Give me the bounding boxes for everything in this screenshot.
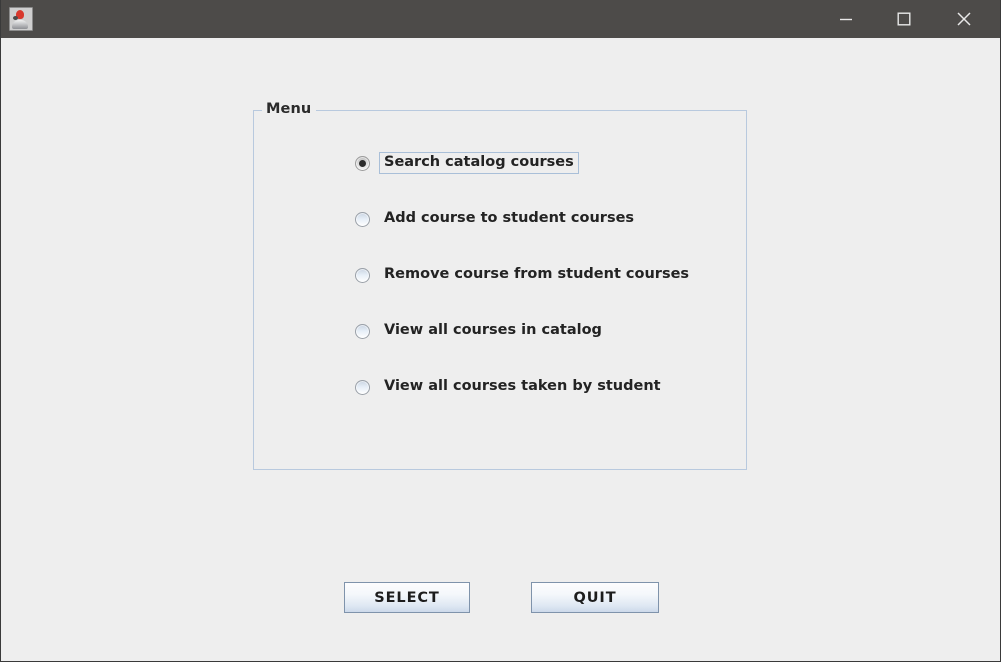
menu-radio-group: Search catalog courses Add course to stu… [355, 151, 694, 399]
minimize-button[interactable] [823, 0, 869, 38]
java-duke-icon [9, 7, 33, 31]
menu-panel-title: Menu [262, 101, 317, 117]
radio-option-label: Search catalog courses [379, 152, 579, 174]
radio-button-icon[interactable] [355, 211, 370, 227]
close-button[interactable] [941, 0, 987, 38]
radio-option-label: Add course to student courses [384, 210, 635, 227]
quit-button[interactable]: QUIT [531, 582, 659, 613]
application-window: Menu Search catalog courses Add course t… [0, 0, 1001, 662]
radio-option-remove-course-from-student-courses[interactable]: Remove course from student courses [355, 263, 694, 287]
radio-button-icon[interactable] [355, 155, 370, 171]
radio-option-label: Remove course from student courses [384, 266, 690, 283]
title-bar [1, 0, 1000, 38]
radio-option-label: View all courses taken by student [384, 378, 661, 395]
minimize-icon [839, 12, 853, 26]
radio-button-icon[interactable] [355, 379, 370, 395]
radio-option-search-catalog-courses[interactable]: Search catalog courses [355, 151, 694, 175]
radio-option-view-all-courses-in-catalog[interactable]: View all courses in catalog [355, 319, 694, 343]
maximize-button[interactable] [881, 0, 927, 38]
select-button[interactable]: SELECT [344, 582, 470, 613]
radio-option-label: View all courses in catalog [384, 322, 602, 339]
close-icon [956, 11, 972, 27]
menu-panel: Menu Search catalog courses Add course t… [253, 101, 747, 470]
button-bar: SELECT QUIT [1, 582, 1000, 622]
content-area: Menu Search catalog courses Add course t… [1, 38, 1000, 661]
radio-button-icon[interactable] [355, 267, 370, 283]
maximize-icon [897, 12, 911, 26]
radio-option-view-all-courses-taken-by-student[interactable]: View all courses taken by student [355, 375, 694, 399]
radio-option-add-course-to-student-courses[interactable]: Add course to student courses [355, 207, 694, 231]
radio-button-icon[interactable] [355, 323, 370, 339]
